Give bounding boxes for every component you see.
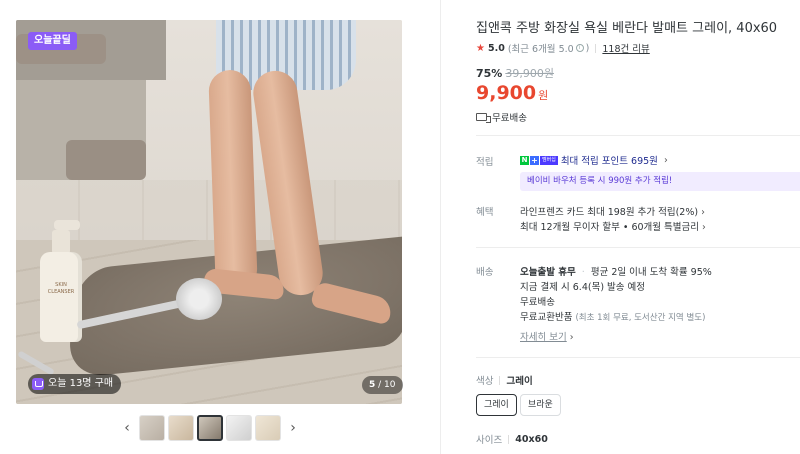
- npay-membership-tag: 멤버십: [540, 155, 558, 165]
- review-count-link[interactable]: 118건 리뷰: [602, 41, 649, 55]
- benefit-card-text: 라인프렌즈 카드 최대 198원 추가 적립(2%): [520, 207, 699, 218]
- delivery-label: 배송: [476, 267, 494, 278]
- image-towel: [66, 140, 146, 180]
- truck-icon: [476, 113, 491, 123]
- rating-recent-close: ): [585, 42, 590, 54]
- section-divider: [476, 357, 800, 358]
- main-product-image[interactable]: SKIN CLEANSER: [16, 20, 402, 404]
- color-option-gray[interactable]: 그레이: [476, 394, 517, 416]
- npay-n-icon: N: [520, 155, 529, 165]
- shipping-text: 무료배송: [492, 113, 527, 124]
- color-option-brown[interactable]: 브라운: [520, 394, 561, 416]
- delivery-return: 무료교환반품 (최초 1회 무료, 도서산간 지역 별도): [520, 309, 705, 323]
- thumbnail-active[interactable]: [197, 415, 223, 441]
- divider: [499, 375, 501, 385]
- divider: ·: [581, 267, 585, 278]
- color-option-label: 색상 그레이: [476, 373, 533, 387]
- color-label: 색상: [476, 376, 494, 387]
- discount-row: 75% 39,900원: [476, 65, 554, 81]
- chevron-right-icon: ›: [702, 222, 706, 233]
- baby-voucher-banner[interactable]: 베이비 바우처 등록 시 990원 추가 적립!: [520, 172, 800, 191]
- image-showerhead: [176, 278, 222, 320]
- price-currency: 원: [538, 89, 549, 102]
- delivery-details-text: 자세히 보기: [520, 332, 567, 343]
- chevron-right-icon: ›: [663, 154, 668, 166]
- image-leg: [208, 69, 258, 291]
- divider: [595, 43, 597, 53]
- color-selected: 그레이: [506, 376, 533, 387]
- points-label: 적립: [476, 157, 494, 168]
- chevron-right-icon: ›: [569, 332, 574, 343]
- product-info: 집앤콕 주방 화장실 욕실 베란다 발매트 그레이, 40x60 ★ 5.0 (…: [476, 0, 800, 454]
- star-icon: ★: [476, 42, 485, 54]
- shipping-row: 무료배송: [476, 110, 527, 124]
- image-counter-current: 5: [369, 380, 376, 390]
- image-bottle-pump: [54, 220, 80, 230]
- npay-badge: N + 멤버십: [520, 155, 558, 165]
- image-counter-total: / 10: [378, 380, 396, 390]
- sale-price: 9,900 원: [476, 82, 548, 104]
- purchase-count-pill: 오늘 13명 구매: [28, 374, 122, 394]
- size-selected: 40x60: [515, 433, 548, 445]
- original-price: 39,900원: [505, 67, 554, 80]
- rating-score: 5.0: [487, 42, 505, 54]
- delivery-free: 무료배송: [520, 297, 555, 308]
- delivery-details-link[interactable]: 자세히 보기 ›: [520, 329, 574, 343]
- thumbnail[interactable]: [255, 415, 281, 441]
- price-value: 9,900: [476, 82, 537, 104]
- points-link[interactable]: N + 멤버십 최대 적립 포인트 695원 ›: [520, 153, 668, 167]
- delivery-return-note: (최초 1회 무료, 도서산간 지역 별도): [575, 313, 706, 323]
- info-icon[interactable]: i: [575, 44, 584, 52]
- shopping-bag-icon: [32, 378, 44, 390]
- product-gallery: SKIN CLEANSER 오늘끝딜 오늘 13명 구매 5 / 10 ‹ ›: [0, 0, 440, 454]
- purchase-count-text: 오늘 13명 구매: [48, 378, 114, 389]
- image-counter: 5 / 10: [362, 376, 403, 394]
- benefit-installment-text: 최대 12개월 무이자 할부 • 60개월 특별금리: [520, 222, 699, 233]
- thumbnail[interactable]: [139, 415, 165, 441]
- size-label: 사이즈: [476, 435, 503, 446]
- delivery-line-1: 오늘출발 휴무 · 평균 2일 이내 도착 확률 95%: [520, 264, 712, 278]
- divider: [508, 434, 510, 444]
- delivery-return-text: 무료교환반품: [520, 312, 573, 323]
- discount-rate: 75%: [476, 67, 503, 80]
- image-bottle-label: SKIN CLEANSER: [47, 282, 75, 295]
- chevron-right-icon[interactable]: ›: [284, 414, 302, 442]
- benefit-line-1[interactable]: 라인프렌즈 카드 최대 198원 추가 적립(2%) ›: [520, 204, 705, 218]
- chevron-right-icon: ›: [701, 207, 705, 218]
- section-divider: [476, 135, 800, 136]
- rating-recent: (최근 6개월 5.0: [507, 44, 574, 55]
- thumbnail[interactable]: [226, 415, 252, 441]
- column-divider: [440, 0, 441, 454]
- delivery-dispatch-status: 오늘출발 휴무: [520, 267, 576, 278]
- benefit-line-2[interactable]: 최대 12개월 무이자 할부 • 60개월 특별금리 ›: [520, 219, 706, 233]
- rating-row: ★ 5.0 (최근 6개월 5.0 i ) 118건 리뷰: [476, 41, 650, 56]
- today-deal-badge: 오늘끝딜: [28, 32, 77, 50]
- thumbnail[interactable]: [168, 415, 194, 441]
- chevron-left-icon[interactable]: ‹: [118, 414, 136, 442]
- npay-plus-icon: +: [530, 155, 539, 165]
- points-text: 최대 적립 포인트 695원: [560, 156, 658, 167]
- delivery-probability: 평균 2일 이내 도착 확률 95%: [590, 267, 712, 278]
- image-bottle-neck: [52, 230, 70, 254]
- size-option-label: 사이즈 40x60: [476, 432, 548, 447]
- section-divider: [476, 247, 800, 248]
- delivery-eta: 지금 결제 시 6.4(목) 발송 예정: [520, 282, 646, 293]
- benefit-label: 혜택: [476, 207, 494, 218]
- product-title: 집앤콕 주방 화장실 욕실 베란다 발매트 그레이, 40x60: [476, 21, 778, 36]
- thumbnail-strip: ‹ ›: [118, 414, 302, 442]
